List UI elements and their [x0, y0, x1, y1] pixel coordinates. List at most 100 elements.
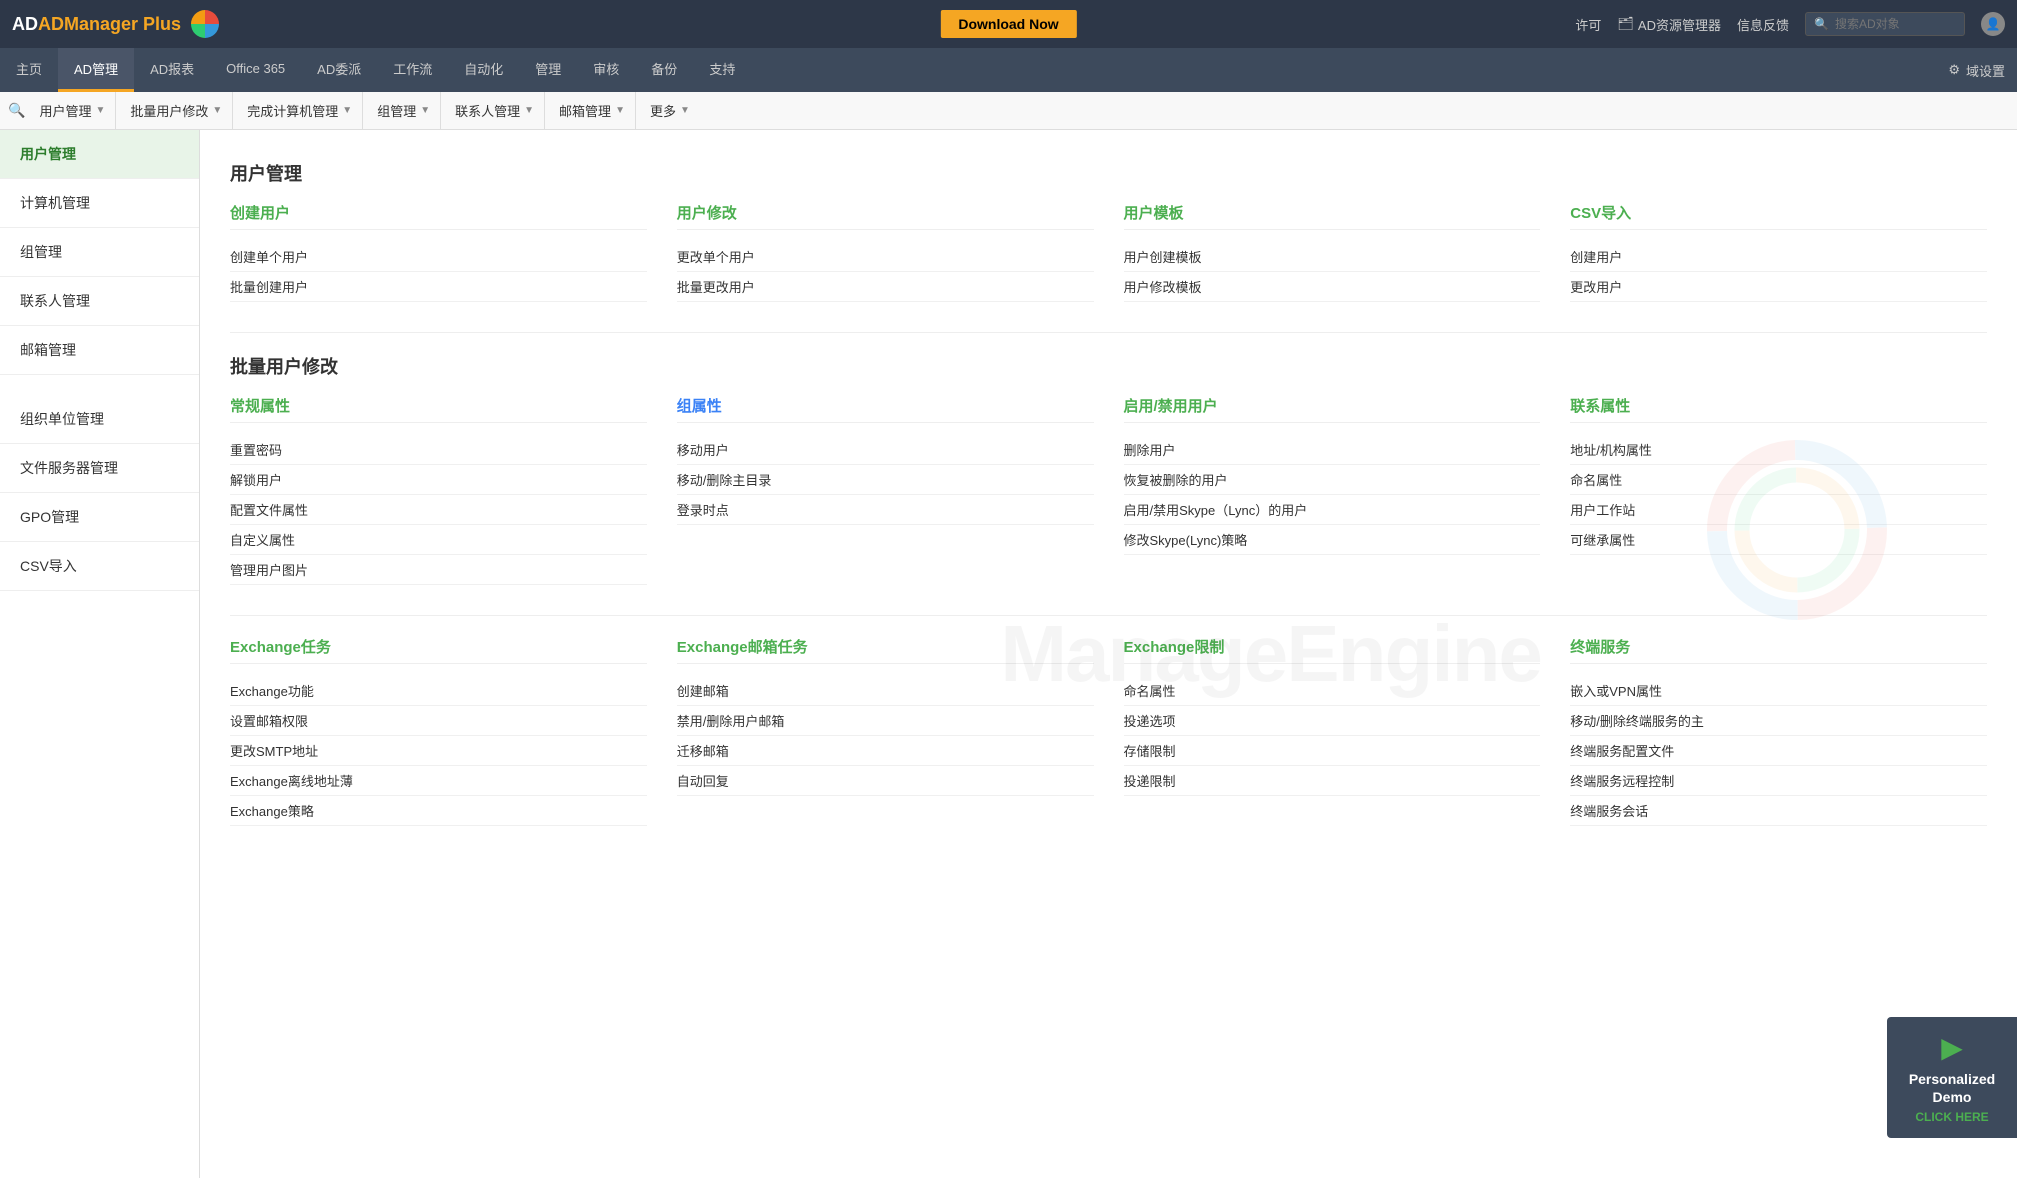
modify-batch-user[interactable]: 批量更改用户 [677, 272, 1094, 302]
terminal-session[interactable]: 终端服务会话 [1570, 796, 1987, 826]
delete-user[interactable]: 删除用户 [1124, 435, 1541, 465]
user-create-template[interactable]: 用户创建模板 [1124, 242, 1541, 272]
cat-contact-attr: 联系属性 地址/机构属性 命名属性 用户工作站 可继承属性 [1570, 395, 1987, 585]
cat-terminal-service-header: 终端服务 [1570, 636, 1987, 664]
download-button[interactable]: Download Now [940, 10, 1076, 38]
unlock-user[interactable]: 解锁用户 [230, 465, 647, 495]
reset-password[interactable]: 重置密码 [230, 435, 647, 465]
chevron-down-icon: ▼ [212, 105, 222, 116]
set-mailbox-perm[interactable]: 设置邮箱权限 [230, 706, 647, 736]
storage-limit[interactable]: 存储限制 [1124, 736, 1541, 766]
user-avatar[interactable]: 👤 [1981, 12, 2005, 36]
change-smtp[interactable]: 更改SMTP地址 [230, 736, 647, 766]
chevron-down-icon: ▼ [615, 105, 625, 116]
sub-mailbox-mgmt[interactable]: 邮箱管理 ▼ [549, 92, 636, 129]
top-right-area: 许可 🗂 AD资源管理器 信息反馈 🔍 👤 [1575, 12, 2005, 36]
sidebar: 用户管理 计算机管理 组管理 联系人管理 邮箱管理 组织单位管理 文件服务器管理… [0, 130, 200, 1178]
move-delete-terminal[interactable]: 移动/删除终端服务的主 [1570, 706, 1987, 736]
move-user[interactable]: 移动用户 [677, 435, 1094, 465]
sub-contact-mgmt[interactable]: 联系人管理 ▼ [445, 92, 545, 129]
sidebar-item-mailbox-mgmt[interactable]: 邮箱管理 [0, 326, 199, 375]
delivery-limit[interactable]: 投递限制 [1124, 766, 1541, 796]
login-time[interactable]: 登录时点 [677, 495, 1094, 525]
cat-general-attr: 常规属性 重置密码 解锁用户 配置文件属性 自定义属性 管理用户图片 [230, 395, 647, 585]
sidebar-item-user-mgmt[interactable]: 用户管理 [0, 130, 199, 179]
nav-manage[interactable]: 管理 [519, 48, 577, 92]
cat-enable-disable: 启用/禁用用户 删除用户 恢复被删除的用户 启用/禁用Skype（Lync）的用… [1124, 395, 1541, 585]
terminal-remote-control[interactable]: 终端服务远程控制 [1570, 766, 1987, 796]
nav-automation[interactable]: 自动化 [448, 48, 519, 92]
nav-ad-report[interactable]: AD报表 [134, 48, 210, 92]
csv-create-user[interactable]: 创建用户 [1570, 242, 1987, 272]
move-delete-home-dir[interactable]: 移动/删除主目录 [677, 465, 1094, 495]
terminal-profile[interactable]: 终端服务配置文件 [1570, 736, 1987, 766]
settings-button[interactable]: ⚙ 域设置 [1948, 48, 2005, 92]
demo-widget[interactable]: ▶ Personalized Demo CLICK HERE [1887, 1017, 2017, 1138]
exchange-offline-addr[interactable]: Exchange离线地址薄 [230, 766, 647, 796]
permit-label: 许可 [1575, 15, 1601, 34]
exchange-policy[interactable]: Exchange策略 [230, 796, 647, 826]
sub-more[interactable]: 更多 ▼ [640, 92, 700, 129]
section-divider-1 [230, 332, 1987, 333]
main-nav: 主页 AD管理 AD报表 Office 365 AD委派 工作流 自动化 管理 … [0, 48, 2017, 92]
enable-disable-skype[interactable]: 启用/禁用Skype（Lync）的用户 [1124, 495, 1541, 525]
create-single-user[interactable]: 创建单个用户 [230, 242, 647, 272]
cat-contact-attr-header: 联系属性 [1570, 395, 1987, 423]
migrate-mailbox[interactable]: 迁移邮箱 [677, 736, 1094, 766]
address-org-attr[interactable]: 地址/机构属性 [1570, 435, 1987, 465]
auto-reply[interactable]: 自动回复 [677, 766, 1094, 796]
user-modify-template[interactable]: 用户修改模板 [1124, 272, 1541, 302]
modify-single-user[interactable]: 更改单个用户 [677, 242, 1094, 272]
user-workstation[interactable]: 用户工作站 [1570, 495, 1987, 525]
cat-csv-import: CSV导入 创建用户 更改用户 [1570, 202, 1987, 302]
sidebar-item-fileserver-mgmt[interactable]: 文件服务器管理 [0, 444, 199, 493]
ad-resource-link[interactable]: 🗂 AD资源管理器 [1617, 15, 1721, 34]
nav-backup[interactable]: 备份 [635, 48, 693, 92]
folder-icon: 🗂 [1617, 16, 1634, 32]
nav-ad-admin[interactable]: AD管理 [58, 48, 134, 92]
sub-group-mgmt[interactable]: 组管理 ▼ [367, 92, 441, 129]
csv-modify-user[interactable]: 更改用户 [1570, 272, 1987, 302]
search-box: 🔍 [1805, 12, 1965, 36]
config-file-attr[interactable]: 配置文件属性 [230, 495, 647, 525]
naming-attr[interactable]: 命名属性 [1570, 465, 1987, 495]
custom-attr[interactable]: 自定义属性 [230, 525, 647, 555]
nav-support[interactable]: 支持 [693, 48, 751, 92]
sidebar-item-contact-mgmt[interactable]: 联系人管理 [0, 277, 199, 326]
section2-grid: 常规属性 重置密码 解锁用户 配置文件属性 自定义属性 管理用户图片 组属性 移… [230, 395, 1987, 585]
nav-office365[interactable]: Office 365 [210, 48, 301, 92]
vpn-embed-attr[interactable]: 嵌入或VPN属性 [1570, 676, 1987, 706]
nav-ad-delegate[interactable]: AD委派 [301, 48, 377, 92]
nav-workflow[interactable]: 工作流 [377, 48, 448, 92]
cat-create-user: 创建用户 创建单个用户 批量创建用户 [230, 202, 647, 302]
create-mailbox[interactable]: 创建邮箱 [677, 676, 1094, 706]
sub-computer-mgmt[interactable]: 完成计算机管理 ▼ [237, 92, 363, 129]
cat-terminal-service: 终端服务 嵌入或VPN属性 移动/删除终端服务的主 终端服务配置文件 终端服务远… [1570, 636, 1987, 826]
exchange-naming-attr[interactable]: 命名属性 [1124, 676, 1541, 706]
sidebar-item-org-mgmt[interactable]: 组织单位管理 [0, 395, 199, 444]
cat-exchange-task-header: Exchange任务 [230, 636, 647, 664]
disable-delete-mailbox[interactable]: 禁用/删除用户邮箱 [677, 706, 1094, 736]
exchange-feature[interactable]: Exchange功能 [230, 676, 647, 706]
demo-click-label: CLICK HERE [1897, 1110, 2007, 1124]
search-input[interactable] [1835, 17, 1955, 31]
modify-skype-policy[interactable]: 修改Skype(Lync)策略 [1124, 525, 1541, 555]
sub-search-icon[interactable]: 🔍 [8, 102, 25, 119]
nav-audit[interactable]: 审核 [577, 48, 635, 92]
restore-deleted-user[interactable]: 恢复被删除的用户 [1124, 465, 1541, 495]
section1-grid: 创建用户 创建单个用户 批量创建用户 用户修改 更改单个用户 批量更改用户 用户… [230, 202, 1987, 302]
manage-user-photo[interactable]: 管理用户图片 [230, 555, 647, 585]
inherit-attr[interactable]: 可继承属性 [1570, 525, 1987, 555]
sidebar-item-csv-import[interactable]: CSV导入 [0, 542, 199, 591]
delivery-options[interactable]: 投递选项 [1124, 706, 1541, 736]
nav-home[interactable]: 主页 [0, 48, 58, 92]
sidebar-item-gpo-mgmt[interactable]: GPO管理 [0, 493, 199, 542]
feedback-link[interactable]: 信息反馈 [1737, 15, 1789, 34]
sub-batch-user[interactable]: 批量用户修改 ▼ [120, 92, 233, 129]
create-batch-user[interactable]: 批量创建用户 [230, 272, 647, 302]
cat-exchange-mailbox: Exchange邮箱任务 创建邮箱 禁用/删除用户邮箱 迁移邮箱 自动回复 [677, 636, 1094, 826]
sidebar-item-computer-mgmt[interactable]: 计算机管理 [0, 179, 199, 228]
sub-user-mgmt[interactable]: 用户管理 ▼ [29, 92, 116, 129]
section2-title: 批量用户修改 [230, 353, 1987, 379]
sidebar-item-group-mgmt[interactable]: 组管理 [0, 228, 199, 277]
